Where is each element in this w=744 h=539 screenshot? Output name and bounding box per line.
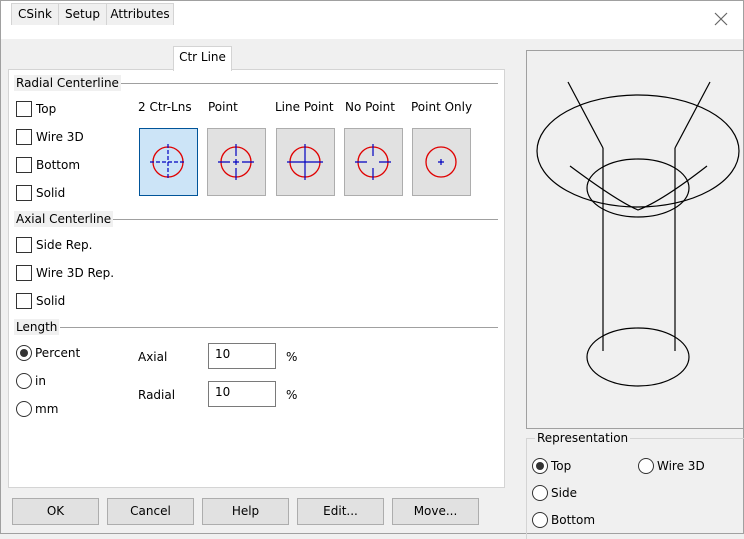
radio-label: in [35,374,46,388]
checkbox-box[interactable] [16,185,32,201]
checkbox-label: Top [36,102,57,116]
centerline-point-only-icon [425,146,457,178]
axial-centerline-label: Axial Centerline [14,211,114,227]
checkbox-label: Side Rep. [36,238,93,252]
style-label-line-point: Line Point [275,100,334,114]
centerline-two-lines-icon [150,144,186,180]
checkbox-label: Wire 3D Rep. [36,266,115,280]
radial-length-input[interactable]: 10 [208,381,276,407]
style-label-point-only: Point Only [411,100,473,114]
cancel-button[interactable]: Cancel [107,498,194,525]
style-no-point-button[interactable] [344,128,403,196]
radial-wire3d-checkbox[interactable]: Wire 3D [16,129,84,145]
radio-dot[interactable] [532,512,548,528]
checkbox-box[interactable] [16,293,32,309]
style-point-only-button[interactable] [412,128,471,196]
radio-label: Top [551,459,572,473]
radio-dot[interactable] [16,373,32,389]
unit-in-radio[interactable]: in [16,373,46,389]
radio-label: Wire 3D [657,459,705,473]
tab-setup[interactable]: Setup [58,3,107,25]
checkbox-box[interactable] [16,237,32,253]
radio-label: Bottom [551,513,596,527]
radial-solid-checkbox[interactable]: Solid [16,185,65,201]
radio-label: Side [551,486,577,500]
axial-length-input[interactable]: 10 [208,343,276,369]
unit-percent-radio[interactable]: Percent [16,345,80,361]
rep-bottom-radio[interactable]: Bottom [532,512,595,528]
centerline-line-point-icon [287,144,323,180]
radio-dot[interactable] [532,485,548,501]
checkbox-box[interactable] [16,157,32,173]
close-icon[interactable] [711,9,731,29]
axial-centerline-divider [110,219,498,220]
checkbox-box[interactable] [16,265,32,281]
checkbox-label: Wire 3D [36,130,84,144]
radial-centerline-label: Radial Centerline [14,75,121,91]
style-line-point-button[interactable] [276,128,335,196]
length-divider [60,327,498,328]
axial-unit-label: % [286,350,298,364]
radio-label: mm [35,402,59,416]
radio-dot[interactable] [16,345,32,361]
ok-button[interactable]: OK [12,498,99,525]
radio-dot[interactable] [532,458,548,474]
rep-top-radio[interactable]: Top [532,458,571,474]
length-label: Length [14,319,60,335]
radio-label: Percent [35,346,81,360]
radial-top-checkbox[interactable]: Top [16,101,56,117]
axial-side-rep-checkbox[interactable]: Side Rep. [16,237,92,253]
rep-side-radio[interactable]: Side [532,485,577,501]
style-label-2-ctr-lns: 2 Ctr-Lns [138,100,192,114]
checkbox-label: Bottom [36,158,81,172]
checkbox-box[interactable] [16,129,32,145]
help-button[interactable]: Help [202,498,289,525]
tab-attributes[interactable]: Attributes [106,3,174,25]
edit-button[interactable]: Edit... [297,498,384,525]
representation-label: Representation [535,431,631,445]
countersink-wireframe-icon [536,81,740,387]
radio-dot[interactable] [16,401,32,417]
unit-mm-radio[interactable]: mm [16,401,58,417]
countersink-preview [526,50,744,429]
radial-length-label: Radial [138,388,176,402]
radial-unit-label: % [286,388,298,402]
radial-centerline-divider [115,83,498,84]
axial-length-label: Axial [138,350,168,364]
axial-wire3d-rep-checkbox[interactable]: Wire 3D Rep. [16,265,114,281]
tab-csink[interactable]: CSink [11,3,59,25]
rep-wire3d-radio[interactable]: Wire 3D [638,458,705,474]
axial-solid-checkbox[interactable]: Solid [16,293,65,309]
style-label-point: Point [208,100,238,114]
style-label-no-point: No Point [345,100,395,114]
checkbox-box[interactable] [16,101,32,117]
checkbox-label: Solid [36,294,66,308]
checkbox-label: Solid [36,186,66,200]
centerline-no-point-icon [355,144,391,180]
radio-dot[interactable] [638,458,654,474]
tab-ctr-line[interactable]: Ctr Line [173,46,232,71]
move-button[interactable]: Move... [392,498,479,525]
style-2-ctr-lns-button[interactable] [139,128,198,196]
style-point-button[interactable] [207,128,266,196]
radial-bottom-checkbox[interactable]: Bottom [16,157,80,173]
centerline-point-icon [218,144,254,180]
